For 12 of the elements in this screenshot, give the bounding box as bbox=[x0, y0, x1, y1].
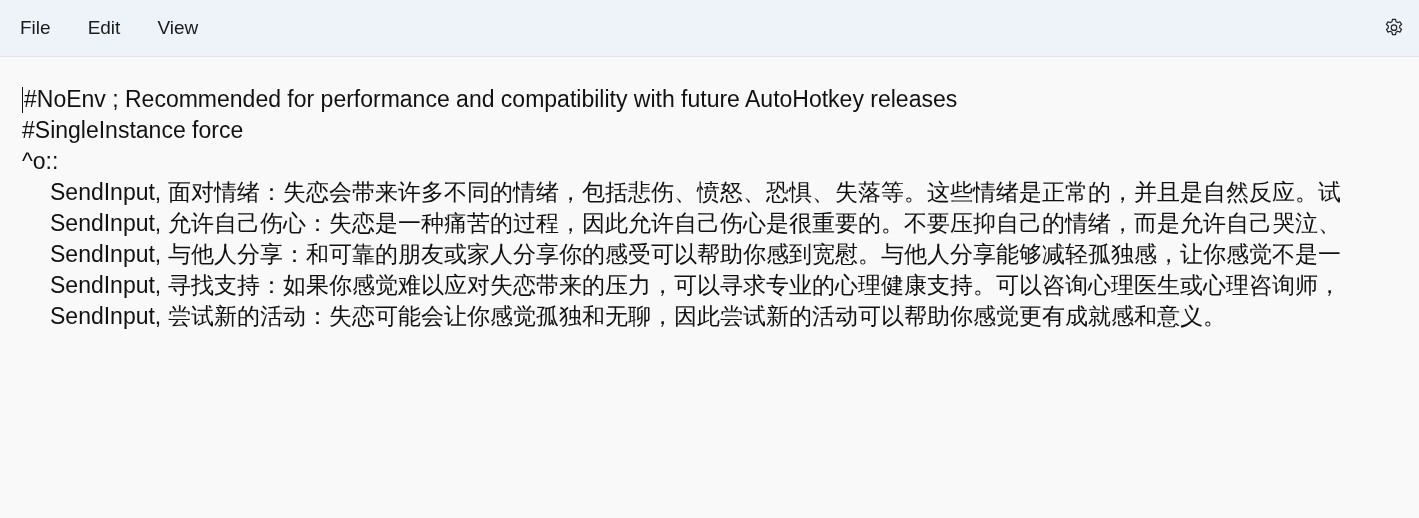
code-line: SendInput, 允许自己伤心：失恋是一种痛苦的过程，因此允许自己伤心是很重要的。不要压抑自己的情绪，而是允许自己哭泣、 bbox=[50, 209, 1341, 238]
text-cursor bbox=[22, 86, 23, 113]
code-line: #SingleInstance force bbox=[22, 116, 244, 145]
menu-item[interactable]: Edit bbox=[73, 11, 135, 45]
code-line: SendInput, 面对情绪：失恋会带来许多不同的情绪，包括悲伤、愤怒、恐惧、失落等。这些情绪是正常的，并且是自然反应。试 bbox=[50, 178, 1341, 207]
code-line: SendInput, 寻找支持：如果你感觉难以应对失恋带来的压力，可以寻求专业的心理健康支持。可以咨询心理医生或心理咨询师， bbox=[50, 271, 1341, 300]
menu-item[interactable]: View bbox=[143, 11, 213, 45]
menu-item[interactable]: File bbox=[6, 11, 65, 45]
code-line: ^o:: bbox=[22, 147, 59, 176]
code-line: #NoEnv ; Recommended for performance and compatibility with future AutoHotkey releases bbox=[24, 85, 958, 114]
code-line: SendInput, 与他人分享：和可靠的朋友或家人分享你的感受可以帮助你感到宽慰。与他人分享能够减轻孤独感，让你感觉不是一 bbox=[50, 240, 1341, 269]
code-line: SendInput, 尝试新的活动：失恋可能会让你感觉孤独和无聊，因此尝试新的活动可以帮助你感觉更有成就感和意义。 bbox=[50, 302, 1226, 331]
